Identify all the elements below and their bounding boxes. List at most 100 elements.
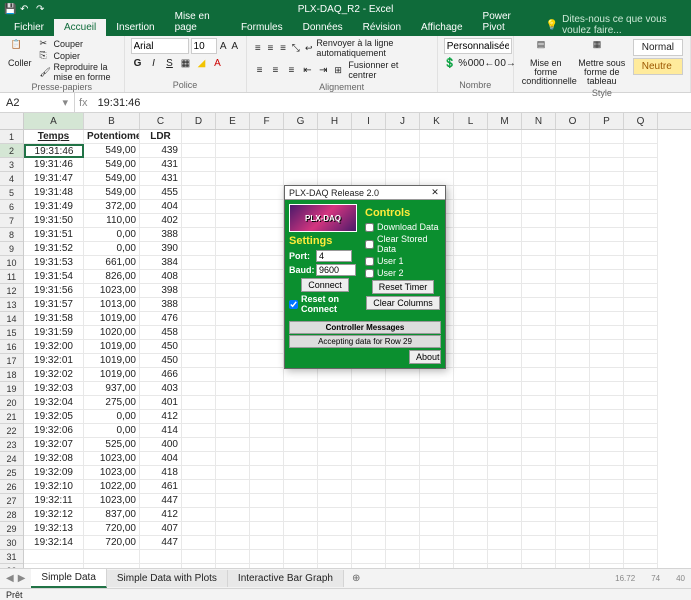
cell[interactable]: Potentiometre bbox=[84, 130, 140, 144]
cell[interactable] bbox=[488, 270, 522, 284]
cell[interactable]: 439 bbox=[140, 144, 182, 158]
cell[interactable]: Temps bbox=[24, 130, 84, 144]
cell[interactable] bbox=[522, 494, 556, 508]
cell[interactable] bbox=[556, 368, 590, 382]
align-left-icon[interactable]: ≡ bbox=[253, 63, 267, 77]
cell[interactable] bbox=[420, 382, 454, 396]
cell[interactable]: 388 bbox=[140, 298, 182, 312]
cell[interactable] bbox=[454, 228, 488, 242]
cell[interactable] bbox=[454, 340, 488, 354]
sheet-nav-next-icon[interactable]: ▶ bbox=[18, 573, 26, 584]
cell[interactable] bbox=[488, 494, 522, 508]
user1-checkbox[interactable] bbox=[365, 257, 374, 266]
column-header[interactable]: O bbox=[556, 113, 590, 129]
cell[interactable] bbox=[454, 494, 488, 508]
cell[interactable] bbox=[182, 340, 216, 354]
cell[interactable] bbox=[556, 452, 590, 466]
cell[interactable] bbox=[488, 242, 522, 256]
cell[interactable] bbox=[352, 130, 386, 144]
cell[interactable] bbox=[352, 508, 386, 522]
cell[interactable] bbox=[590, 368, 624, 382]
row-header[interactable]: 25 bbox=[0, 466, 23, 480]
cell[interactable] bbox=[420, 130, 454, 144]
cell[interactable] bbox=[318, 130, 352, 144]
cell[interactable] bbox=[454, 424, 488, 438]
cell[interactable] bbox=[454, 354, 488, 368]
row-header[interactable]: 15 bbox=[0, 326, 23, 340]
cell[interactable]: 720,00 bbox=[84, 536, 140, 550]
cell[interactable] bbox=[624, 144, 658, 158]
cell[interactable]: 1013,00 bbox=[84, 298, 140, 312]
cell[interactable] bbox=[556, 242, 590, 256]
cell[interactable] bbox=[488, 326, 522, 340]
cell[interactable] bbox=[556, 312, 590, 326]
column-header[interactable]: Q bbox=[624, 113, 658, 129]
row-header[interactable]: 31 bbox=[0, 550, 23, 564]
cell[interactable] bbox=[556, 480, 590, 494]
column-header[interactable]: E bbox=[216, 113, 250, 129]
cell[interactable] bbox=[352, 494, 386, 508]
tab-donnees[interactable]: Données bbox=[293, 19, 353, 36]
cell[interactable] bbox=[624, 396, 658, 410]
cell[interactable] bbox=[250, 368, 284, 382]
cell[interactable] bbox=[352, 424, 386, 438]
orientation-icon[interactable]: ⤡ bbox=[290, 41, 301, 55]
cell[interactable]: 19:32:13 bbox=[24, 522, 84, 536]
cell[interactable] bbox=[624, 410, 658, 424]
cell[interactable] bbox=[352, 410, 386, 424]
cell[interactable] bbox=[454, 550, 488, 564]
font-color-button[interactable]: A bbox=[211, 56, 225, 70]
cell[interactable] bbox=[454, 368, 488, 382]
row-header[interactable]: 7 bbox=[0, 214, 23, 228]
cell[interactable]: 412 bbox=[140, 508, 182, 522]
cell[interactable] bbox=[420, 368, 454, 382]
cell[interactable] bbox=[284, 396, 318, 410]
cell[interactable] bbox=[250, 186, 284, 200]
cell[interactable] bbox=[454, 466, 488, 480]
cell[interactable] bbox=[216, 396, 250, 410]
column-header[interactable]: A bbox=[24, 113, 84, 129]
cell[interactable] bbox=[216, 368, 250, 382]
tab-mise-en-page[interactable]: Mise en page bbox=[165, 8, 231, 36]
cell[interactable] bbox=[284, 494, 318, 508]
cell[interactable] bbox=[386, 480, 420, 494]
cell[interactable]: 458 bbox=[140, 326, 182, 340]
cell[interactable] bbox=[386, 522, 420, 536]
cell[interactable] bbox=[488, 452, 522, 466]
cell[interactable] bbox=[318, 144, 352, 158]
cell[interactable] bbox=[284, 172, 318, 186]
cell[interactable] bbox=[250, 326, 284, 340]
cell[interactable] bbox=[216, 186, 250, 200]
cell[interactable] bbox=[352, 172, 386, 186]
cell[interactable] bbox=[522, 452, 556, 466]
cell[interactable] bbox=[284, 130, 318, 144]
cell[interactable] bbox=[556, 228, 590, 242]
cell[interactable] bbox=[624, 158, 658, 172]
cell[interactable] bbox=[590, 144, 624, 158]
row-header[interactable]: 23 bbox=[0, 438, 23, 452]
cell[interactable] bbox=[386, 172, 420, 186]
cell[interactable] bbox=[216, 214, 250, 228]
cell[interactable] bbox=[284, 480, 318, 494]
cell[interactable]: 402 bbox=[140, 214, 182, 228]
cell[interactable] bbox=[454, 270, 488, 284]
cell[interactable]: 19:31:52 bbox=[24, 242, 84, 256]
cell[interactable] bbox=[318, 368, 352, 382]
row-header[interactable]: 30 bbox=[0, 536, 23, 550]
cell[interactable] bbox=[318, 494, 352, 508]
cell[interactable] bbox=[624, 200, 658, 214]
cell[interactable] bbox=[624, 326, 658, 340]
cell[interactable] bbox=[488, 396, 522, 410]
cell[interactable] bbox=[488, 522, 522, 536]
cell[interactable] bbox=[556, 158, 590, 172]
cell[interactable] bbox=[488, 186, 522, 200]
cell[interactable] bbox=[624, 382, 658, 396]
conditional-format-button[interactable]: ▤Mise en forme conditionnelle bbox=[520, 38, 572, 88]
cell[interactable] bbox=[182, 326, 216, 340]
tab-accueil[interactable]: Accueil bbox=[54, 19, 106, 36]
cell[interactable] bbox=[386, 158, 420, 172]
cell[interactable] bbox=[590, 130, 624, 144]
close-icon[interactable]: ✕ bbox=[429, 187, 441, 199]
cell[interactable] bbox=[284, 522, 318, 536]
cell[interactable] bbox=[590, 550, 624, 564]
